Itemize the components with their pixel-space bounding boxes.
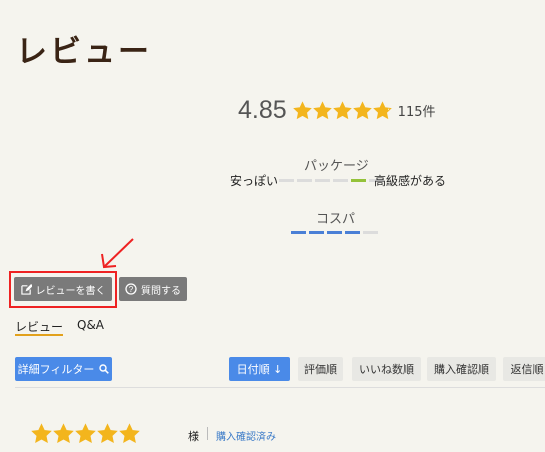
ask-question-label: 質問する: [141, 285, 181, 297]
bar-segment: [363, 231, 378, 234]
annotation-arrow-icon: [101, 238, 134, 269]
star-icon: [119, 423, 140, 443]
svg-text:?: ?: [129, 285, 134, 294]
review-stars: [31, 423, 141, 444]
search-icon: [99, 364, 110, 374]
attribute-cospa-name: コスパ: [316, 212, 356, 227]
ask-question-button[interactable]: ? 質問する: [119, 277, 187, 301]
tab-reviews[interactable]: レビュー: [15, 318, 63, 335]
star-icon: [332, 101, 352, 120]
bar-segment: [345, 231, 360, 234]
bar-segment: [309, 231, 324, 234]
detail-filter-button[interactable]: 詳細フィルター: [15, 357, 112, 381]
detail-filter-label: 詳細フィルター: [17, 363, 95, 376]
star-icon: [75, 423, 96, 443]
highlight-box: [9, 271, 117, 308]
sort-rating-button[interactable]: 評価順: [298, 357, 343, 381]
star-icon: [53, 423, 74, 443]
attribute-package-high: 高級感がある: [374, 174, 447, 188]
star-icon: [372, 101, 392, 120]
rating-stars: [292, 101, 393, 120]
sort-likes-button[interactable]: いいね数順: [352, 357, 421, 381]
rating-score: 4.85: [238, 96, 287, 124]
attribute-package-name: パッケージ: [304, 159, 369, 174]
bar-segment: [333, 179, 348, 182]
reviewer-honorific: 様: [188, 430, 199, 443]
active-tab-indicator: [15, 334, 63, 336]
tab-qa[interactable]: Q&A: [77, 318, 104, 332]
bar-segment: [351, 179, 366, 182]
star-icon: [97, 423, 118, 443]
bar-segment: [297, 179, 312, 182]
bar-segment: [315, 179, 330, 182]
separator: [207, 427, 208, 440]
bar-segment: [327, 231, 342, 234]
question-circle-icon: ?: [125, 283, 137, 295]
bar-segment: [279, 179, 294, 182]
sort-verified-button[interactable]: 購入確認順: [427, 357, 496, 381]
page-title: レビュー: [16, 34, 152, 70]
bar-segment: [291, 231, 306, 234]
divider: [15, 387, 545, 388]
star-icon: [292, 101, 312, 120]
sort-replies-button[interactable]: 返信順: [503, 357, 545, 381]
verified-purchase-link[interactable]: 購入確認済み: [216, 428, 276, 443]
rating-summary: 4.85 115件: [238, 96, 436, 125]
star-icon: [312, 101, 332, 120]
sort-date-button[interactable]: 日付順 ↓: [229, 357, 290, 381]
star-icon: [352, 101, 372, 120]
star-icon: [31, 423, 52, 443]
attribute-package-low: 安っぽい: [230, 174, 279, 188]
review-count: 115件: [397, 105, 436, 120]
